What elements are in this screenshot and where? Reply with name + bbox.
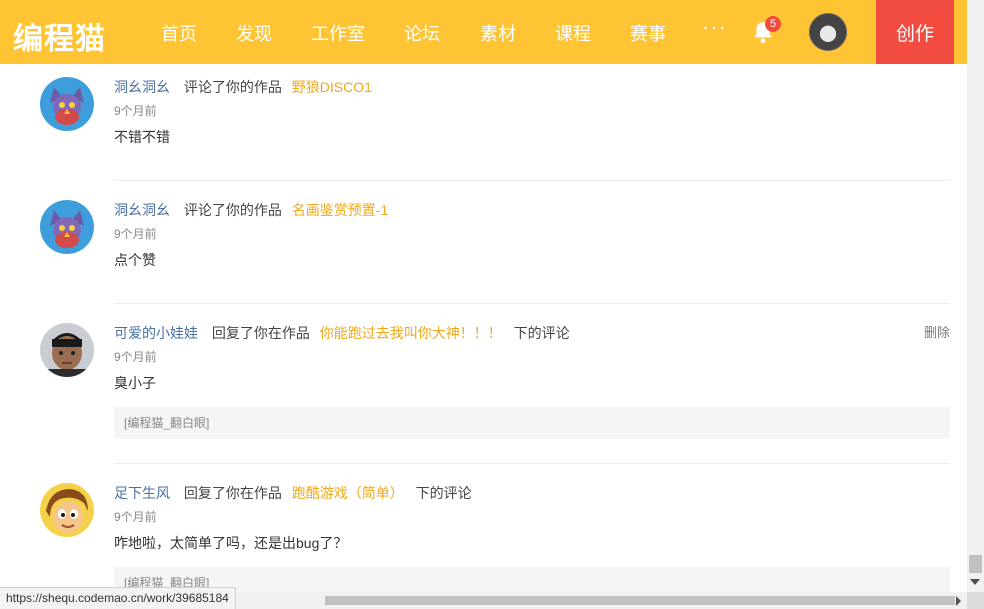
nav-contests[interactable]: 赛事	[630, 20, 666, 46]
username-link[interactable]: 可爱的小娃娃	[114, 325, 198, 341]
quoted-comment: [编程猫_翻白眼]	[114, 407, 950, 439]
avatar[interactable]	[40, 200, 94, 254]
action-text: 回复了你在作品	[183, 485, 282, 501]
action-text: 评论了你的作品	[183, 79, 282, 95]
work-link[interactable]: 你能跑过去我叫你大神！！！	[320, 325, 502, 341]
create-button[interactable]: 创作	[876, 0, 954, 64]
comment-text: 臭小子	[114, 375, 156, 391]
user-avatar[interactable]	[809, 13, 847, 51]
nav-home[interactable]: 首页	[161, 20, 197, 46]
comment-text: 点个赞	[114, 252, 156, 268]
message-feed: 洞幺洞幺 评论了你的作品 野狼DISCO1 9个月前 不错不错 洞幺洞幺 评论了…	[0, 64, 967, 609]
timestamp: 9个月前	[114, 104, 157, 118]
nav-forum[interactable]: 论坛	[404, 20, 440, 46]
more-menu-button[interactable]: ···	[702, 14, 727, 40]
suffix-text: 下的评论	[513, 325, 570, 341]
horizontal-scroll-thumb[interactable]	[325, 596, 955, 605]
timestamp: 9个月前	[114, 510, 157, 524]
scroll-right-arrow-icon[interactable]	[956, 596, 961, 606]
avatar[interactable]	[40, 483, 94, 537]
delete-button[interactable]: 删除	[924, 323, 950, 343]
logo[interactable]: 编程猫	[13, 14, 106, 58]
nav-discover[interactable]: 发现	[236, 20, 272, 46]
vertical-scrollbar[interactable]	[967, 0, 984, 592]
notification-badge: 5	[765, 16, 781, 32]
suffix-text: 下的评论	[415, 485, 472, 501]
divider	[114, 180, 950, 181]
scrollbar-corner	[967, 592, 984, 609]
status-url: https://shequ.codemao.cn/work/39685184	[0, 587, 236, 609]
avatar[interactable]	[40, 77, 94, 131]
nav-studio[interactable]: 工作室	[311, 20, 365, 46]
username-link[interactable]: 洞幺洞幺	[114, 202, 170, 218]
nav-materials[interactable]: 素材	[480, 20, 516, 46]
work-link[interactable]: 跑酷游戏（简单）	[292, 485, 404, 501]
timestamp: 9个月前	[114, 227, 157, 241]
vertical-scroll-thumb[interactable]	[969, 555, 982, 573]
divider	[114, 303, 950, 304]
username-link[interactable]: 足下生风	[114, 485, 170, 501]
comment-text: 不错不错	[114, 129, 170, 145]
scroll-down-arrow-icon[interactable]	[970, 579, 980, 585]
divider	[114, 463, 950, 464]
avatar[interactable]	[40, 323, 94, 377]
timestamp: 9个月前	[114, 350, 157, 364]
comment-text: 咋地啦，太简单了吗，还是出bug了？	[114, 535, 348, 551]
username-link[interactable]: 洞幺洞幺	[114, 79, 170, 95]
top-nav-bar: 编程猫 首页 发现 工作室 论坛 素材 课程 赛事 ··· 5 创作	[0, 0, 967, 64]
action-text: 回复了你在作品	[211, 325, 310, 341]
work-link[interactable]: 名画鉴赏预置-1	[292, 202, 388, 218]
work-link[interactable]: 野狼DISCO1	[292, 79, 372, 95]
nav-courses[interactable]: 课程	[555, 20, 591, 46]
action-text: 评论了你的作品	[183, 202, 282, 218]
